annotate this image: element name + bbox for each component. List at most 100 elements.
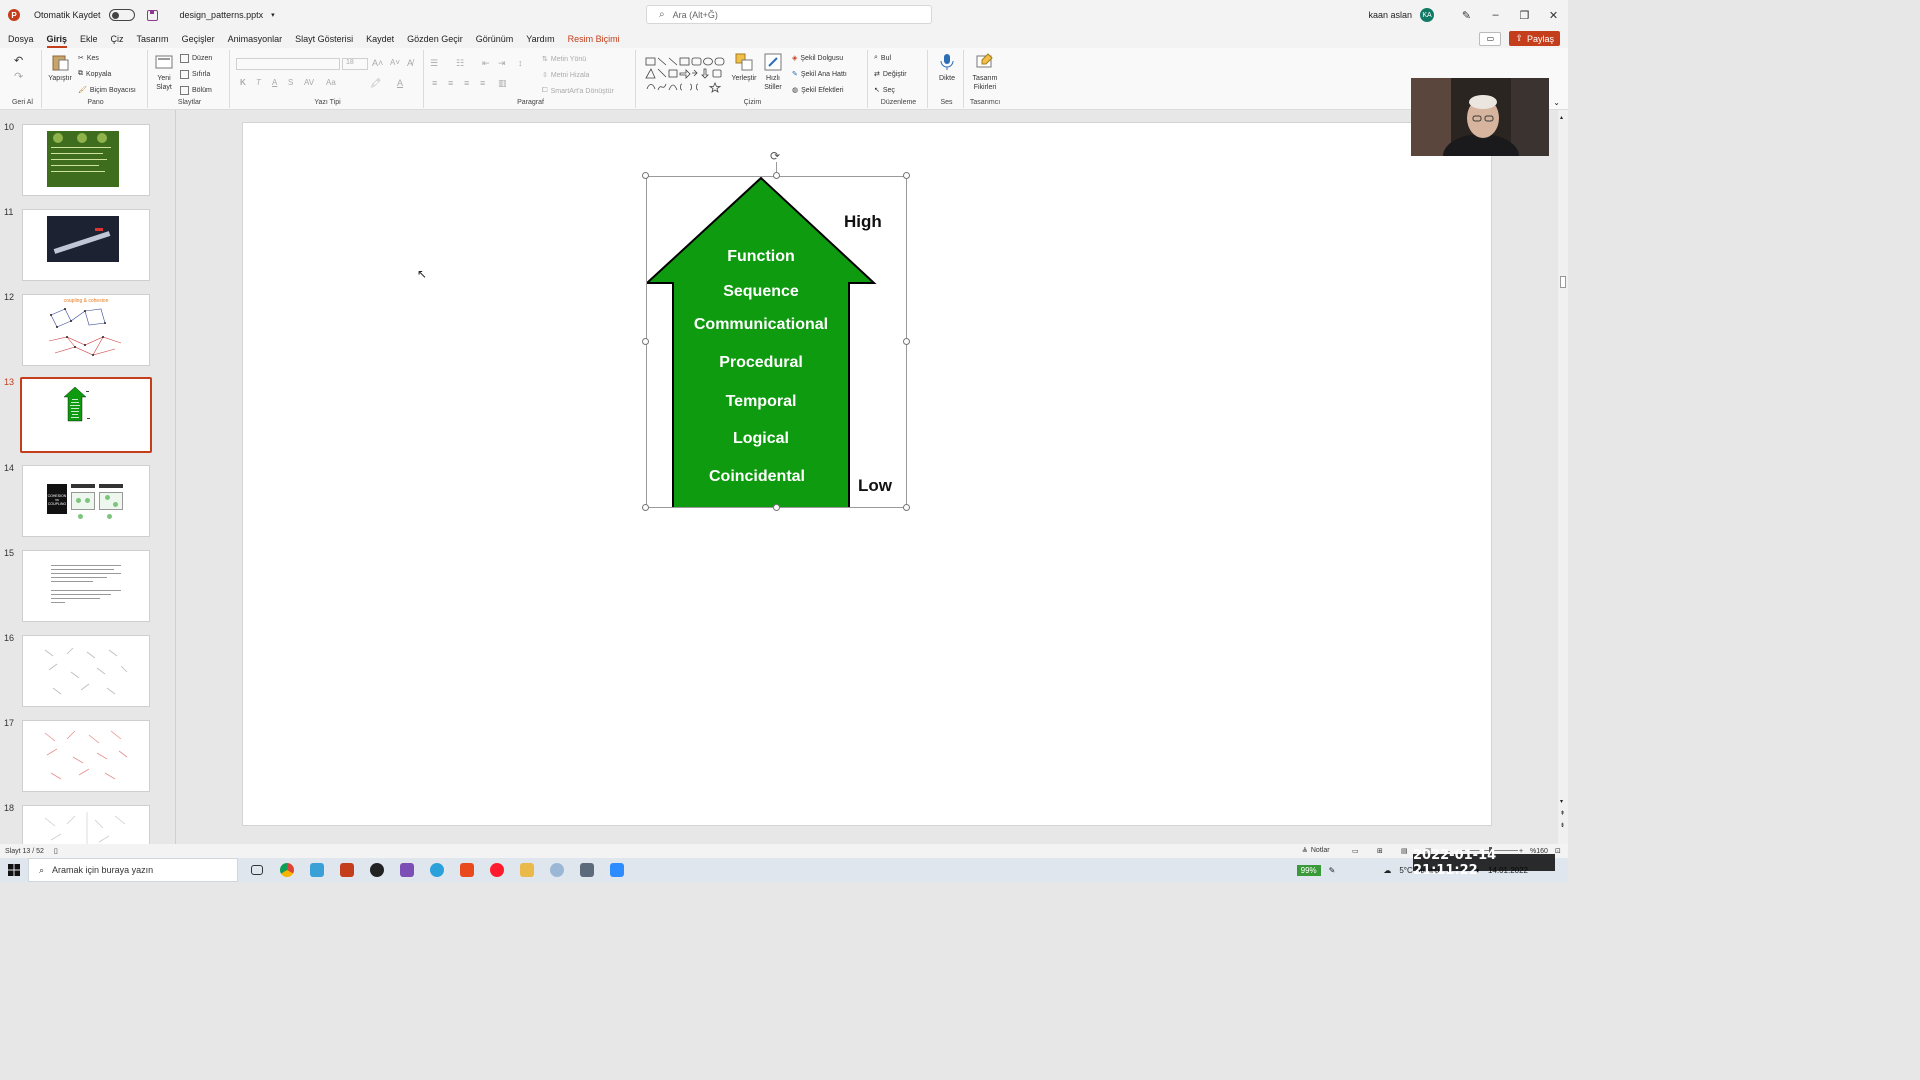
share-button[interactable]: ⇪ Paylaş	[1509, 31, 1560, 46]
find-button[interactable]: ⌕ Bul	[874, 54, 891, 62]
font-family-combo[interactable]	[236, 58, 340, 70]
slide-thumbnail-10[interactable]	[22, 124, 150, 196]
scroll-thumb[interactable]	[1560, 276, 1566, 288]
tab-picture-format[interactable]: Resim Biçimi	[568, 34, 620, 44]
collapse-ribbon-icon[interactable]: ⌄	[1553, 98, 1560, 107]
cut-button[interactable]: ✂ Kes	[78, 54, 99, 63]
autosave-toggle[interactable]	[108, 9, 135, 21]
slide-thumbnail-17[interactable]	[22, 720, 150, 792]
decrease-font-icon[interactable]: A˅	[390, 58, 400, 67]
chevron-down-icon[interactable]: ▾	[271, 11, 275, 19]
slide-thumbnail-14[interactable]: COHESION vs COUPLING	[22, 465, 150, 537]
tab-view[interactable]: Görünüm	[476, 34, 514, 44]
format-painter-button[interactable]: 🖌 Biçim Boyacısı	[78, 86, 136, 95]
dictate-button[interactable]: Dikte	[934, 53, 960, 83]
tab-help[interactable]: Yardım	[526, 34, 554, 44]
file-explorer-icon[interactable]	[516, 859, 538, 881]
underline-button[interactable]: A	[272, 78, 277, 87]
numbering-icon[interactable]: ☷	[456, 58, 464, 69]
next-slide-icon[interactable]: ⇟	[1560, 822, 1565, 829]
search-box[interactable]: ⌕ Ara (Alt+Ğ)	[646, 5, 932, 24]
comments-button[interactable]: ▭	[1479, 31, 1502, 46]
tab-draw[interactable]: Çiz	[111, 34, 124, 44]
strikethrough-button[interactable]: S	[288, 78, 293, 87]
pen-tray-icon[interactable]: ✎	[1329, 866, 1336, 875]
align-left-icon[interactable]: ≡	[432, 78, 437, 88]
smartart-button[interactable]: ⧠ SmartArt'a Dönüştür	[542, 87, 614, 95]
justify-icon[interactable]: ≡	[480, 78, 485, 88]
bold-button[interactable]: K	[240, 78, 246, 87]
document-filename[interactable]: design_patterns.pptx	[180, 10, 264, 20]
tab-insert[interactable]: Ekle	[80, 34, 98, 44]
align-center-icon[interactable]: ≡	[448, 78, 453, 88]
resize-handle-n[interactable]	[773, 172, 780, 179]
reset-button[interactable]: Sıfırla	[180, 70, 210, 79]
calculator-icon[interactable]	[576, 859, 598, 881]
zoom-icon[interactable]	[606, 859, 628, 881]
highlight-icon[interactable]: 🖍	[370, 78, 381, 89]
chrome-icon[interactable]	[276, 859, 298, 881]
resize-handle-se[interactable]	[903, 504, 910, 511]
text-direction-button[interactable]: ⇅ Metin Yönü	[542, 55, 586, 64]
slide-sorter-icon[interactable]: ⊞	[1377, 847, 1383, 855]
font-size-combo[interactable]: 18	[342, 58, 368, 70]
redo-icon[interactable]: ↷	[14, 70, 23, 83]
arrange-button[interactable]: Yerleştir	[730, 53, 758, 83]
change-case-icon[interactable]: Aa	[326, 78, 336, 87]
minimize-button[interactable]: –	[1481, 9, 1510, 21]
resize-handle-s[interactable]	[773, 504, 780, 511]
normal-view-icon[interactable]: ▭	[1352, 847, 1359, 855]
slide-thumbnail-12[interactable]: coupling & cohesion	[22, 294, 150, 366]
tab-slideshow[interactable]: Slayt Gösterisi	[295, 34, 353, 44]
notes-button[interactable]: ≜ Notlar	[1302, 847, 1330, 855]
close-button[interactable]: ✕	[1539, 9, 1568, 22]
resize-handle-ne[interactable]	[903, 172, 910, 179]
account-name[interactable]: kaan aslan	[1368, 10, 1412, 20]
paint-icon[interactable]	[546, 859, 568, 881]
save-icon[interactable]	[146, 9, 158, 21]
new-slide-button[interactable]: Yeni Slayt	[152, 53, 176, 92]
quick-styles-button[interactable]: Hızlı Stiller	[760, 53, 786, 92]
powerpoint-taskbar-icon[interactable]	[336, 859, 358, 881]
clear-format-icon[interactable]: A̸	[407, 58, 413, 68]
tab-transitions[interactable]: Geçişler	[182, 34, 215, 44]
obs-icon[interactable]	[366, 859, 388, 881]
resize-handle-w[interactable]	[642, 338, 649, 345]
slide-thumbnail-18[interactable]	[22, 805, 150, 844]
tab-file[interactable]: Dosya	[8, 34, 34, 44]
copy-button[interactable]: ⧉ Kopyala	[78, 70, 111, 78]
layout-button[interactable]: Düzen	[180, 54, 212, 63]
visual-studio-icon[interactable]	[396, 859, 418, 881]
char-spacing-icon[interactable]: AV	[304, 78, 314, 87]
slide-thumbnail-11[interactable]	[22, 209, 150, 281]
restore-button[interactable]: ❐	[1510, 9, 1539, 22]
tab-design[interactable]: Tasarım	[137, 34, 169, 44]
paste-button[interactable]: Yapıştır	[48, 53, 72, 83]
telegram-icon[interactable]	[426, 859, 448, 881]
resize-handle-nw[interactable]	[642, 172, 649, 179]
align-right-icon[interactable]: ≡	[464, 78, 469, 88]
design-ideas-button[interactable]: Tasarım Fikirleri	[970, 53, 1000, 92]
notepad-icon[interactable]	[306, 859, 328, 881]
taskbar-search[interactable]: ⌕ Aramak için buraya yazın	[28, 858, 238, 882]
font-color-icon[interactable]: A	[397, 78, 403, 88]
reading-view-icon[interactable]: ▤	[1401, 847, 1408, 855]
increase-font-icon[interactable]: A˄	[372, 58, 383, 68]
previous-slide-icon[interactable]: ⇞	[1560, 810, 1565, 817]
slide-thumbnail-13[interactable]	[20, 377, 152, 453]
opera-icon[interactable]	[486, 859, 508, 881]
slide-thumbnail-16[interactable]	[22, 635, 150, 707]
align-text-button[interactable]: ⇳ Metni Hizala	[542, 71, 589, 80]
start-button[interactable]	[0, 858, 28, 882]
tab-record[interactable]: Kaydet	[366, 34, 394, 44]
tab-animations[interactable]: Animasyonlar	[228, 34, 283, 44]
select-button[interactable]: ↖ Seç	[874, 86, 895, 95]
columns-icon[interactable]: ▥	[498, 78, 507, 89]
scroll-up-icon[interactable]: ▴	[1560, 114, 1563, 121]
cohesion-arrow-picture[interactable]: Function Sequence Communicational Proced…	[642, 149, 910, 511]
tab-home[interactable]: Giriş	[46, 34, 67, 48]
task-view-icon[interactable]	[246, 859, 268, 881]
shape-fill-button[interactable]: ◈ Şekil Dolgusu	[792, 54, 843, 63]
vertical-scrollbar[interactable]: ▴ ▾ ⇞ ⇟	[1558, 110, 1568, 844]
resize-handle-sw[interactable]	[642, 504, 649, 511]
